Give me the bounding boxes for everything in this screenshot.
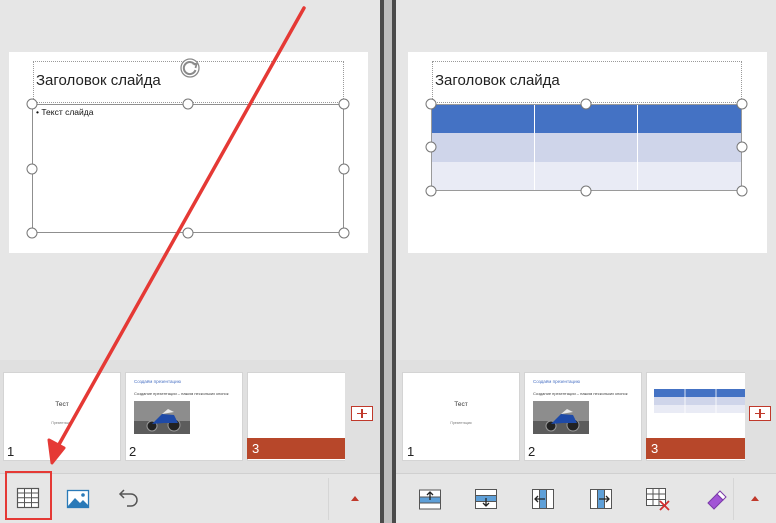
resize-handle[interactable]	[26, 227, 38, 239]
slide-title-text[interactable]: Заголовок слайда	[36, 72, 161, 89]
thumbnail-title: Тест	[454, 401, 468, 408]
insert-row-above-button[interactable]	[414, 483, 446, 515]
selected-slide-number: 3	[646, 438, 745, 459]
resize-handle[interactable]	[338, 163, 350, 175]
slide-thumbnail-strip: Тест Презентация 1 Создаём презентацию С…	[396, 360, 746, 473]
thumbnail-heading: Создаём презентацию	[533, 379, 580, 384]
resize-handle[interactable]	[736, 141, 748, 153]
slide-number: 2	[129, 444, 137, 459]
resize-handle[interactable]	[182, 227, 194, 239]
insert-row-below-button[interactable]	[470, 483, 502, 515]
add-slide-area	[345, 360, 380, 473]
insert-picture-icon	[66, 489, 90, 509]
body-placeholder[interactable]	[32, 104, 344, 233]
bottom-toolbar	[0, 473, 380, 523]
thumbnail-subtitle: Презентация	[450, 421, 472, 425]
delete-table-button[interactable]	[642, 483, 674, 515]
slide-thumbnail-2[interactable]: Создаём презентацию Создание презентации…	[524, 372, 642, 461]
resize-handle[interactable]	[338, 98, 350, 110]
insert-column-right-button[interactable]	[585, 483, 617, 515]
slide-thumbnail-1[interactable]: Тест Презентация	[3, 372, 121, 461]
thumbnail-body: Создание презентации – нажим нескольких …	[533, 391, 628, 396]
insert-column-left-button[interactable]	[527, 483, 559, 515]
rotate-handle-icon[interactable]	[177, 55, 203, 81]
resize-handle[interactable]	[580, 98, 592, 110]
eraser-button[interactable]	[700, 483, 732, 515]
slide-thumbnail-strip: Тест Презентация 1 Создаём презентацию С…	[0, 360, 347, 473]
resize-handle[interactable]	[580, 185, 592, 197]
left-editor-pane: Заголовок слайда • Текст слайда Тест Пре…	[0, 0, 380, 523]
insert-row-below-icon	[475, 489, 497, 509]
insert-row-above-icon	[419, 489, 441, 510]
slide-number: 3	[252, 441, 260, 456]
caret-up-icon[interactable]	[337, 488, 373, 510]
resize-handle[interactable]	[338, 227, 350, 239]
right-editor-pane: Заголовок слайда Тест Презентация 1 Созд…	[396, 0, 776, 523]
resize-handle[interactable]	[425, 185, 437, 197]
table-selection-frame	[431, 104, 742, 191]
slide-canvas[interactable]: Заголовок слайда	[408, 52, 767, 253]
insert-picture-button[interactable]	[62, 483, 94, 515]
table-tools-toolbar	[396, 473, 776, 523]
pane-divider	[380, 0, 384, 523]
bullet-text[interactable]: • Текст слайда	[36, 107, 93, 117]
insert-column-left-icon	[532, 489, 554, 509]
motorcycle-image-icon	[134, 401, 190, 434]
eraser-icon	[707, 490, 727, 510]
slide-number: 1	[7, 444, 15, 459]
resize-handle[interactable]	[26, 163, 38, 175]
delete-table-icon	[646, 488, 670, 511]
thumbnail-body: Создание презентации – нажим нескольких …	[134, 391, 229, 396]
add-slide-area	[745, 360, 776, 473]
resize-handle[interactable]	[736, 185, 748, 197]
resize-handle[interactable]	[425, 98, 437, 110]
slide-number: 3	[651, 441, 659, 456]
resize-handle[interactable]	[182, 98, 194, 110]
toolbar-separator	[328, 478, 329, 520]
thumbnail-subtitle: Презентация	[51, 421, 73, 425]
thumbnail-title: Тест	[55, 401, 69, 408]
plus-square-icon[interactable]	[351, 406, 373, 421]
slide-number: 1	[407, 444, 415, 459]
plus-square-icon[interactable]	[749, 406, 771, 421]
table-button-highlight	[5, 471, 52, 520]
insert-column-right-icon	[590, 489, 612, 509]
resize-handle[interactable]	[26, 98, 38, 110]
selected-slide-number: 3	[247, 438, 345, 459]
slide-canvas[interactable]: Заголовок слайда • Текст слайда	[9, 52, 368, 253]
thumbnail-heading: Создаём презентацию	[134, 379, 181, 384]
slide-thumbnail-2[interactable]: Создаём презентацию Создание презентации…	[125, 372, 243, 461]
motorcycle-image-icon	[533, 401, 589, 434]
undo-button[interactable]	[113, 482, 145, 514]
resize-handle[interactable]	[425, 141, 437, 153]
mini-table-icon	[654, 389, 746, 413]
toolbar-separator	[733, 478, 734, 520]
slide-title-text[interactable]: Заголовок слайда	[435, 72, 560, 89]
slide-thumbnail-1[interactable]: Тест Презентация	[402, 372, 520, 461]
resize-handle[interactable]	[736, 98, 748, 110]
undo-icon	[118, 489, 138, 507]
slide-number: 2	[528, 444, 536, 459]
caret-up-icon[interactable]	[737, 488, 773, 510]
